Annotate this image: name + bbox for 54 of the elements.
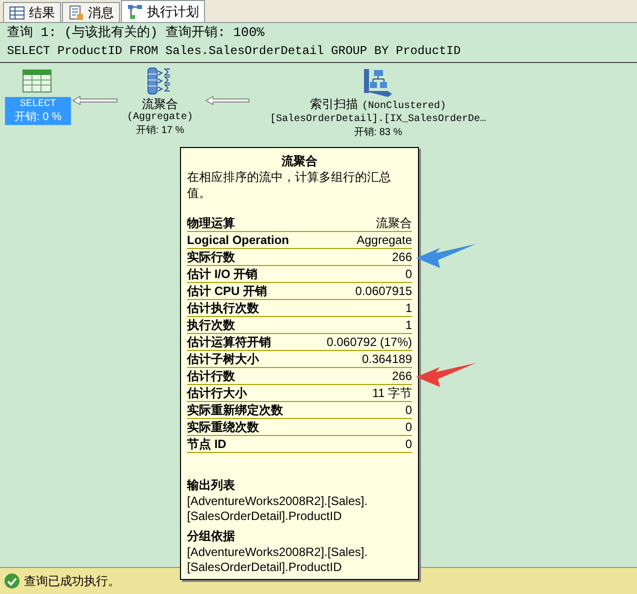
tree-icon[interactable] bbox=[362, 67, 394, 97]
property-value: 0.364189 bbox=[362, 352, 412, 367]
node-name: 流聚合 bbox=[142, 98, 178, 111]
node-cost: 开销: 17 % bbox=[136, 124, 184, 137]
property-label: 估计 CPU 开销 bbox=[187, 284, 268, 299]
property-value: 1 bbox=[405, 318, 412, 333]
property-label: 估计运算符开销 bbox=[187, 335, 271, 350]
property-label: 估计子树大小 bbox=[187, 352, 259, 367]
grid-icon bbox=[9, 4, 25, 20]
property-value: 0 bbox=[405, 403, 412, 418]
query-sql: SELECT ProductID FROM Sales.SalesOrderDetail GROUP BY ProductID bbox=[7, 43, 462, 60]
property-label: 节点 ID bbox=[187, 437, 226, 452]
property-value: 0 bbox=[405, 420, 412, 435]
property-label: 实际重新绑定次数 bbox=[187, 403, 283, 418]
property-label: 估计行数 bbox=[187, 369, 235, 384]
property-value: 1 bbox=[405, 301, 412, 316]
property-value: 0 bbox=[405, 267, 412, 282]
query-header: 查询 1: (与该批有关的) 查询开销: 100% bbox=[7, 24, 266, 42]
property-value: 流聚合 bbox=[376, 216, 412, 231]
tab[interactable]: 结果 bbox=[3, 2, 61, 22]
property-label: 物理运算 bbox=[187, 216, 235, 231]
node-name: 索引扫描 bbox=[310, 98, 358, 111]
property-value: 266 bbox=[392, 369, 412, 384]
tab[interactable]: 消息 bbox=[62, 2, 120, 22]
property-label: 估计 I/O 开销 bbox=[187, 267, 258, 282]
node-subtitle: (Aggregate) bbox=[126, 111, 193, 124]
success-icon bbox=[4, 573, 20, 589]
property-value: Aggregate bbox=[356, 233, 412, 248]
tooltip-description: 在相应排序的流中，计算多组行的汇总值。 bbox=[187, 169, 392, 201]
status-message: 查询已成功执行。 bbox=[24, 573, 120, 590]
node-subtitle: (NonClustered) bbox=[362, 100, 446, 113]
flow-arrow bbox=[72, 95, 118, 106]
section-text: [AdventureWorks2008R2].[Sales]. [SalesOrderDetail].ProductID bbox=[187, 494, 369, 524]
property-value: 0 bbox=[405, 437, 412, 452]
property-label: 估计行大小 bbox=[187, 386, 247, 401]
node-object: [SalesOrderDetail].[IX_SalesOrderDe… bbox=[270, 113, 486, 126]
document-icon bbox=[68, 4, 84, 20]
diagram-icon bbox=[127, 4, 143, 20]
property-label: 执行次数 bbox=[187, 318, 235, 333]
section-heading: 输出列表 bbox=[187, 477, 236, 494]
tab[interactable]: 执行计划 bbox=[121, 0, 205, 22]
property-value: 266 bbox=[392, 250, 412, 265]
section-text: [AdventureWorks2008R2].[Sales]. [SalesOrderDetail].ProductID bbox=[187, 545, 369, 575]
node-cost: 开销: 83 % bbox=[354, 126, 402, 139]
property-label: 估计执行次数 bbox=[187, 301, 259, 316]
flow-arrow bbox=[205, 95, 250, 106]
property-value: 11 字节 bbox=[372, 386, 412, 401]
property-label: Logical Operation bbox=[187, 233, 290, 248]
property-value: 0.0607915 bbox=[355, 284, 412, 299]
section-heading: 分组依据 bbox=[187, 528, 236, 545]
tooltip-title: 流聚合 bbox=[280, 154, 318, 168]
property-label: 实际行数 bbox=[187, 250, 235, 265]
property-value: 0.060792 (17%) bbox=[326, 335, 412, 350]
property-label: 实际重绕次数 bbox=[187, 420, 259, 435]
